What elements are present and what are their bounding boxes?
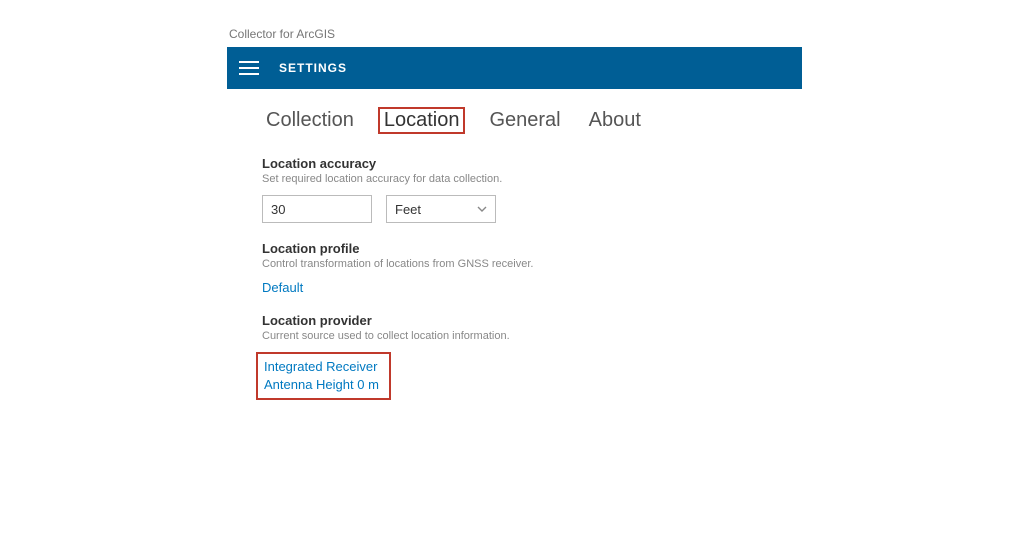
accuracy-title: Location accuracy — [262, 156, 767, 171]
tabs-row: Collection Location General About — [262, 107, 767, 134]
tab-location[interactable]: Location — [378, 107, 466, 134]
hamburger-icon[interactable] — [239, 61, 259, 75]
provider-desc: Current source used to collect location … — [262, 330, 767, 342]
provider-line-2: Antenna Height 0 m — [264, 376, 379, 394]
accuracy-input[interactable] — [262, 195, 372, 223]
provider-line-1: Integrated Receiver — [264, 358, 379, 376]
accuracy-controls: Feet — [262, 195, 767, 223]
provider-link[interactable]: Integrated Receiver Antenna Height 0 m — [256, 352, 391, 400]
profile-title: Location profile — [262, 241, 767, 256]
section-profile: Location profile Control transformation … — [262, 241, 767, 295]
app-window: Collector for ArcGIS SETTINGS Collection… — [227, 27, 802, 418]
provider-title: Location provider — [262, 313, 767, 328]
profile-link[interactable]: Default — [262, 280, 767, 295]
profile-desc: Control transformation of locations from… — [262, 258, 767, 270]
app-bar-title: SETTINGS — [279, 61, 347, 75]
tab-collection[interactable]: Collection — [262, 107, 358, 134]
accuracy-unit-value: Feet — [395, 202, 477, 217]
tab-about[interactable]: About — [585, 107, 645, 134]
section-accuracy: Location accuracy Set required location … — [262, 156, 767, 223]
chevron-down-icon — [477, 204, 487, 214]
tab-general[interactable]: General — [485, 107, 564, 134]
app-bar: SETTINGS — [227, 47, 802, 89]
window-title: Collector for ArcGIS — [227, 27, 802, 41]
accuracy-desc: Set required location accuracy for data … — [262, 173, 767, 185]
section-provider: Location provider Current source used to… — [262, 313, 767, 400]
content-area: Collection Location General About Locati… — [227, 89, 802, 400]
accuracy-unit-select[interactable]: Feet — [386, 195, 496, 223]
